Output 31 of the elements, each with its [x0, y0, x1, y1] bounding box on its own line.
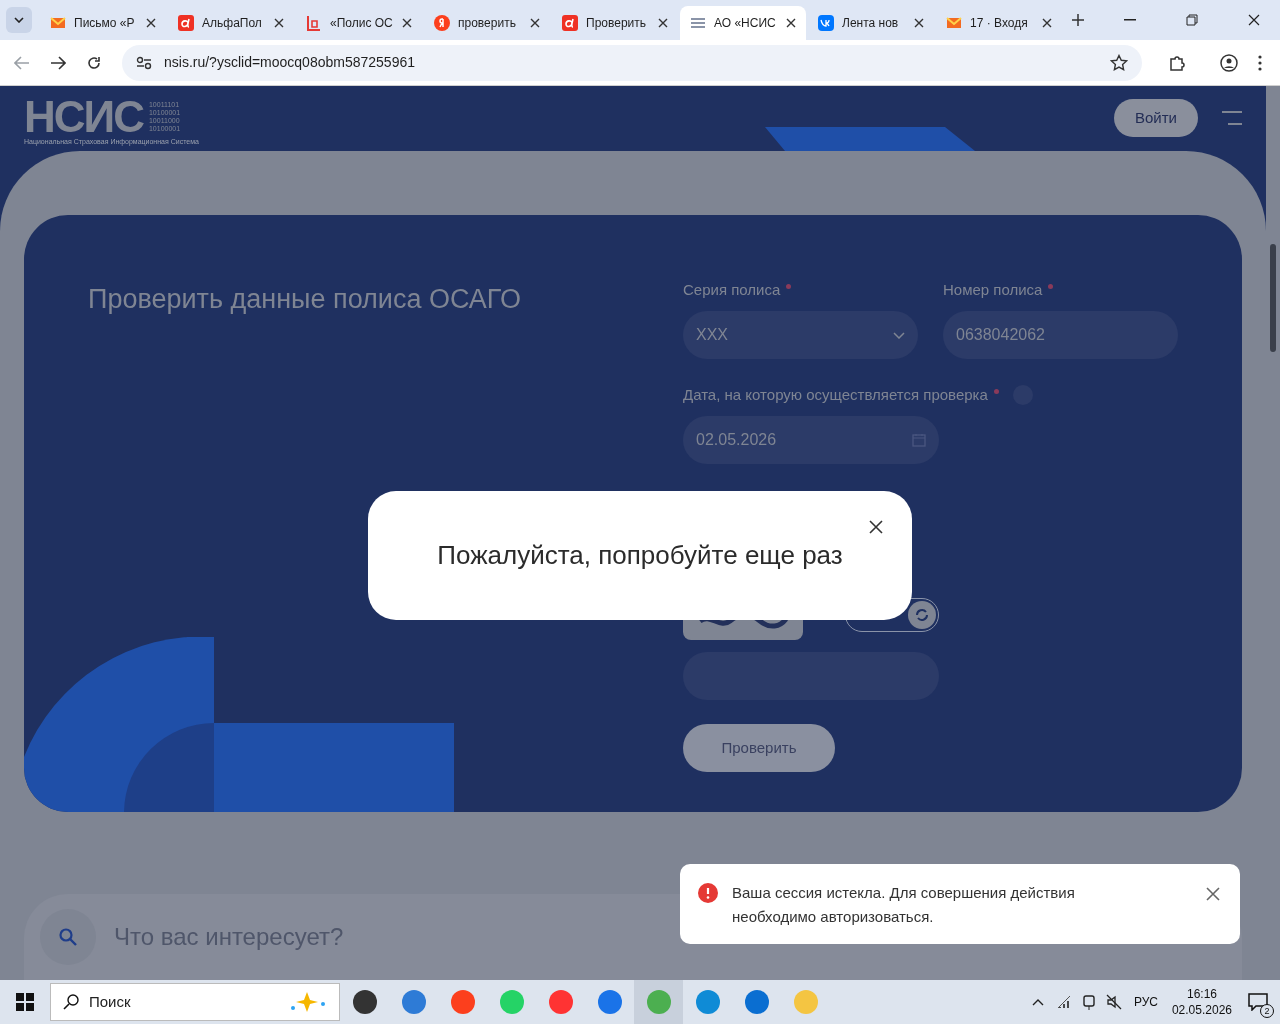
- url-text: nsis.ru/?ysclid=moocq08obm587255961: [164, 53, 416, 72]
- browser-tab[interactable]: Письмо «Р: [40, 6, 166, 40]
- field-label: Серия полиса: [683, 279, 781, 300]
- tab-title: 17 · Входя: [970, 15, 1029, 32]
- browser-tab[interactable]: проверить: [424, 6, 550, 40]
- logo-wordmark: НСИС: [24, 99, 143, 135]
- field-label: Дата, на которую осуществляется проверка: [683, 384, 988, 405]
- field-value: XXX: [696, 325, 729, 345]
- language-indicator[interactable]: РУС: [1133, 993, 1158, 1011]
- modal-message: Пожалуйста, попробуйте еще раз: [437, 539, 843, 572]
- browser-tab[interactable]: Лента нов: [808, 6, 934, 40]
- tab-title: проверить: [458, 15, 517, 32]
- browser-tab[interactable]: АльфаПол: [168, 6, 294, 40]
- tab-title: АльфаПол: [202, 15, 263, 32]
- browser-tab[interactable]: АО «НСИС: [680, 6, 806, 40]
- field-label: Номер полиса: [943, 279, 1043, 300]
- field-value: 0638042062: [956, 325, 1046, 345]
- address-bar[interactable]: nsis.ru/?ysclid=moocq08obm587255961: [122, 44, 1142, 81]
- tab-title: Проверить: [586, 15, 647, 32]
- browser-tab[interactable]: «Полис ОС: [296, 6, 422, 40]
- clock[interactable]: 16:16 02.05.2026: [1171, 986, 1232, 1018]
- tab-title: АО «НСИС: [714, 15, 777, 32]
- tab-title: Письмо «Р: [74, 15, 136, 32]
- field-value: 02.05.2026: [696, 430, 778, 450]
- tab-title: Лента нов: [842, 15, 900, 32]
- tab-title: «Полис ОС: [330, 15, 394, 32]
- login-button[interactable]: Войти: [1114, 99, 1198, 137]
- form-title: Проверить данные полиса ОСАГО: [88, 284, 521, 314]
- browser-tab[interactable]: Проверить: [552, 6, 678, 40]
- taskbar-search[interactable]: Поиск: [50, 983, 340, 1021]
- browser-tab[interactable]: 17 · Входя: [936, 6, 1062, 40]
